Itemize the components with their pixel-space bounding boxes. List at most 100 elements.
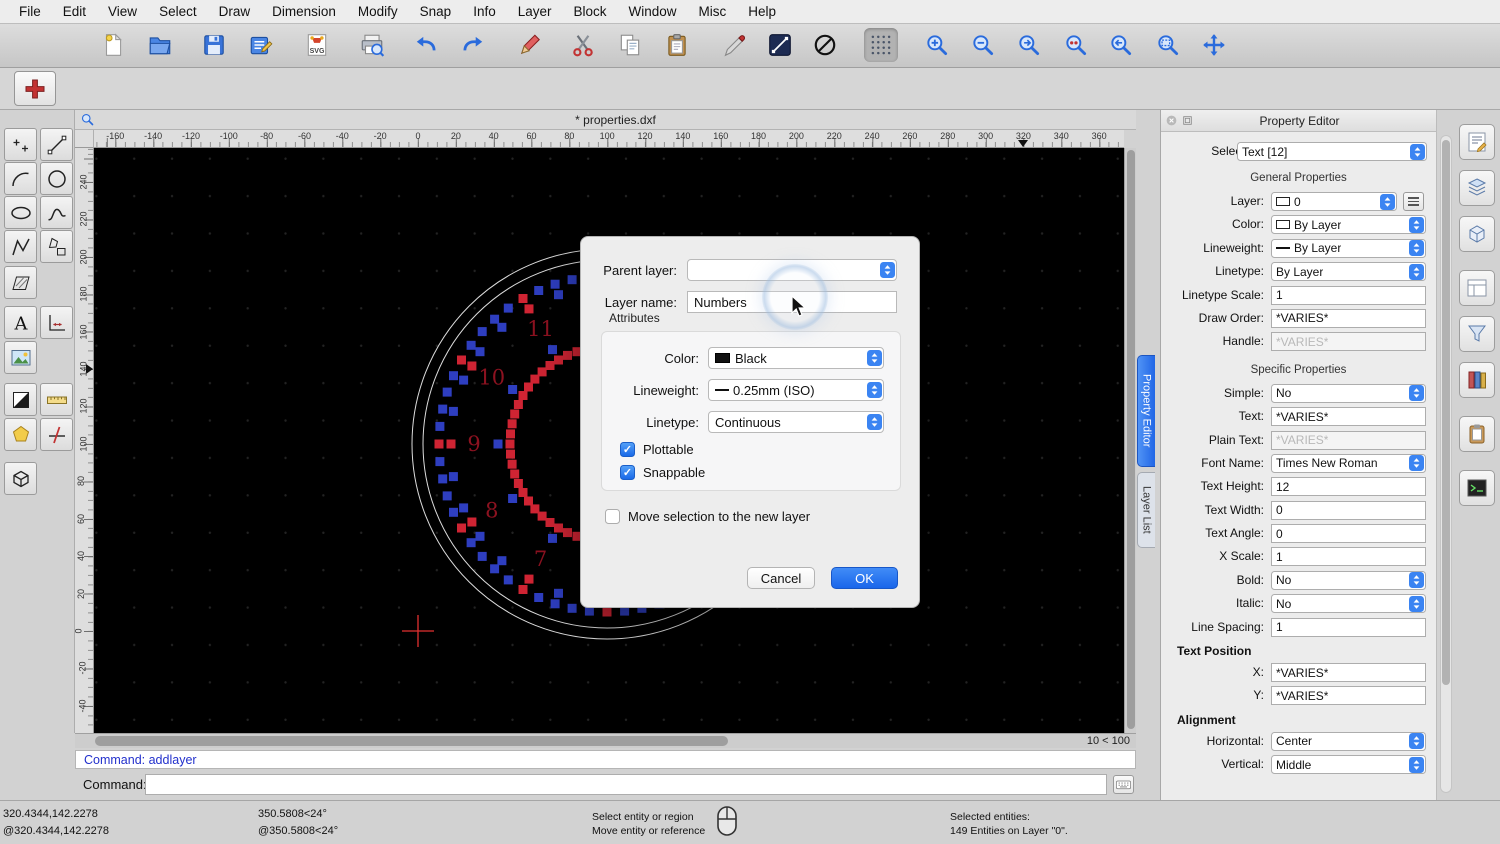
property-dropdown[interactable]: No <box>1271 594 1426 614</box>
lineweight-dropdown[interactable]: 0.25mm (ISO) <box>708 379 884 401</box>
stepper-icon[interactable] <box>1379 193 1395 210</box>
pan-button[interactable] <box>1197 28 1231 62</box>
polyline-tool-button[interactable] <box>4 230 37 263</box>
tab-property-editor[interactable]: Property Editor <box>1137 355 1155 467</box>
menu-help[interactable]: Help <box>737 4 787 19</box>
menu-draw[interactable]: Draw <box>208 4 262 19</box>
menu-info[interactable]: Info <box>462 4 507 19</box>
property-dropdown[interactable]: No <box>1271 570 1426 590</box>
cancel-button[interactable]: Cancel <box>747 567 815 589</box>
open-file-button[interactable] <box>143 28 177 62</box>
property-dropdown[interactable]: 0 <box>1271 192 1397 211</box>
menu-misc[interactable]: Misc <box>688 4 738 19</box>
property-dropdown[interactable]: By Layer <box>1271 238 1426 258</box>
stepper-icon[interactable] <box>1408 455 1424 472</box>
scrollbar-thumb[interactable] <box>1127 150 1135 729</box>
property-dropdown[interactable]: By Layer <box>1271 262 1426 282</box>
ellipse-tool-button[interactable] <box>4 196 37 229</box>
stepper-icon[interactable] <box>1408 240 1424 257</box>
property-input[interactable]: 0 <box>1271 524 1426 544</box>
undo-button[interactable] <box>409 28 443 62</box>
zoom-in-button[interactable] <box>920 28 954 62</box>
arc-tool-button[interactable] <box>4 162 37 195</box>
property-input[interactable]: *VARIES* <box>1271 663 1426 683</box>
zoom-out-button[interactable] <box>966 28 1000 62</box>
properties-button[interactable] <box>244 28 278 62</box>
trim-tool-button[interactable] <box>40 418 73 451</box>
close-panel-icon[interactable] <box>1165 114 1178 127</box>
draw-line-button[interactable] <box>763 28 797 62</box>
layer-menu-button[interactable] <box>1403 192 1424 211</box>
ok-button[interactable]: OK <box>831 567 898 589</box>
command-options-button[interactable] <box>1113 775 1134 794</box>
property-input[interactable]: 1 <box>1271 285 1426 305</box>
polygon-tool-button[interactable] <box>4 418 37 451</box>
stepper-icon[interactable] <box>1408 756 1424 773</box>
line-tool-button[interactable] <box>40 128 73 161</box>
property-input[interactable]: *VARIES* <box>1271 308 1426 328</box>
stepper-icon[interactable] <box>1408 263 1424 280</box>
stepper-icon[interactable] <box>1409 143 1425 160</box>
property-input[interactable]: *VARIES* <box>1271 407 1426 427</box>
cut-button[interactable] <box>566 28 600 62</box>
draw-pen-button[interactable] <box>716 28 750 62</box>
image-tool-button[interactable] <box>4 341 37 374</box>
shape-tool-button[interactable] <box>40 230 73 263</box>
property-dropdown[interactable]: Times New Roman <box>1271 453 1426 473</box>
properties-panel-button[interactable] <box>1459 124 1495 160</box>
circle-tool-button[interactable] <box>40 162 73 195</box>
menu-modify[interactable]: Modify <box>347 4 409 19</box>
menu-layer[interactable]: Layer <box>507 4 563 19</box>
stepper-icon[interactable] <box>1408 216 1424 233</box>
box-tool-button[interactable] <box>4 462 37 495</box>
selection-dropdown[interactable]: Text [12] <box>1237 142 1427 161</box>
menu-file[interactable]: File <box>8 4 52 19</box>
solid-tool-button[interactable] <box>4 383 37 416</box>
print-preview-button[interactable] <box>355 28 389 62</box>
property-dropdown[interactable]: Middle <box>1271 755 1426 775</box>
stepper-icon[interactable] <box>866 382 882 398</box>
menu-snap[interactable]: Snap <box>409 4 463 19</box>
menu-block[interactable]: Block <box>563 4 618 19</box>
add-block-button[interactable] <box>14 71 56 106</box>
hatch-tool-button[interactable] <box>4 266 37 299</box>
dimension-tool-button[interactable] <box>40 306 73 339</box>
property-input[interactable]: 1 <box>1271 617 1426 637</box>
float-panel-icon[interactable] <box>1181 114 1194 127</box>
property-dropdown[interactable]: By Layer <box>1271 215 1426 235</box>
menu-select[interactable]: Select <box>148 4 208 19</box>
color-dropdown[interactable]: Black <box>708 347 884 369</box>
zoom-redraw-button[interactable] <box>1059 28 1093 62</box>
command-input[interactable] <box>145 774 1107 795</box>
save-file-button[interactable] <box>197 28 231 62</box>
scrollbar-thumb[interactable] <box>1442 140 1450 685</box>
text-tool-button[interactable]: A <box>4 306 37 339</box>
filter-panel-button[interactable] <box>1459 316 1495 352</box>
property-dropdown[interactable]: Center <box>1271 731 1426 751</box>
reset-tool-button[interactable] <box>808 28 842 62</box>
plottable-checkbox[interactable]: ✓ <box>620 442 635 457</box>
stepper-icon[interactable] <box>1408 733 1424 750</box>
layers-panel-button[interactable] <box>1459 170 1495 206</box>
copy-button[interactable] <box>613 28 647 62</box>
menu-window[interactable]: Window <box>618 4 688 19</box>
zoom-window-button[interactable] <box>1151 28 1185 62</box>
property-input[interactable]: 1 <box>1271 547 1426 567</box>
menu-edit[interactable]: Edit <box>52 4 97 19</box>
new-file-button[interactable] <box>96 28 130 62</box>
clipboard-panel-button[interactable] <box>1459 416 1495 452</box>
auto-zoom-button[interactable] <box>1012 28 1046 62</box>
blocks-panel-button[interactable] <box>1459 216 1495 252</box>
stepper-icon[interactable] <box>879 262 895 278</box>
menu-dimension[interactable]: Dimension <box>261 4 347 19</box>
menu-view[interactable]: View <box>97 4 148 19</box>
property-input[interactable]: 12 <box>1271 477 1426 497</box>
move-selection-checkbox[interactable] <box>605 509 620 524</box>
zoom-previous-button[interactable] <box>1104 28 1138 62</box>
stepper-icon[interactable] <box>1408 572 1424 589</box>
stepper-icon[interactable] <box>1408 595 1424 612</box>
scrollbar-thumb[interactable] <box>95 736 728 746</box>
panel-scrollbar[interactable] <box>1440 135 1452 793</box>
measure-tool-button[interactable] <box>40 383 73 416</box>
canvas-vertical-scrollbar[interactable] <box>1124 148 1136 733</box>
